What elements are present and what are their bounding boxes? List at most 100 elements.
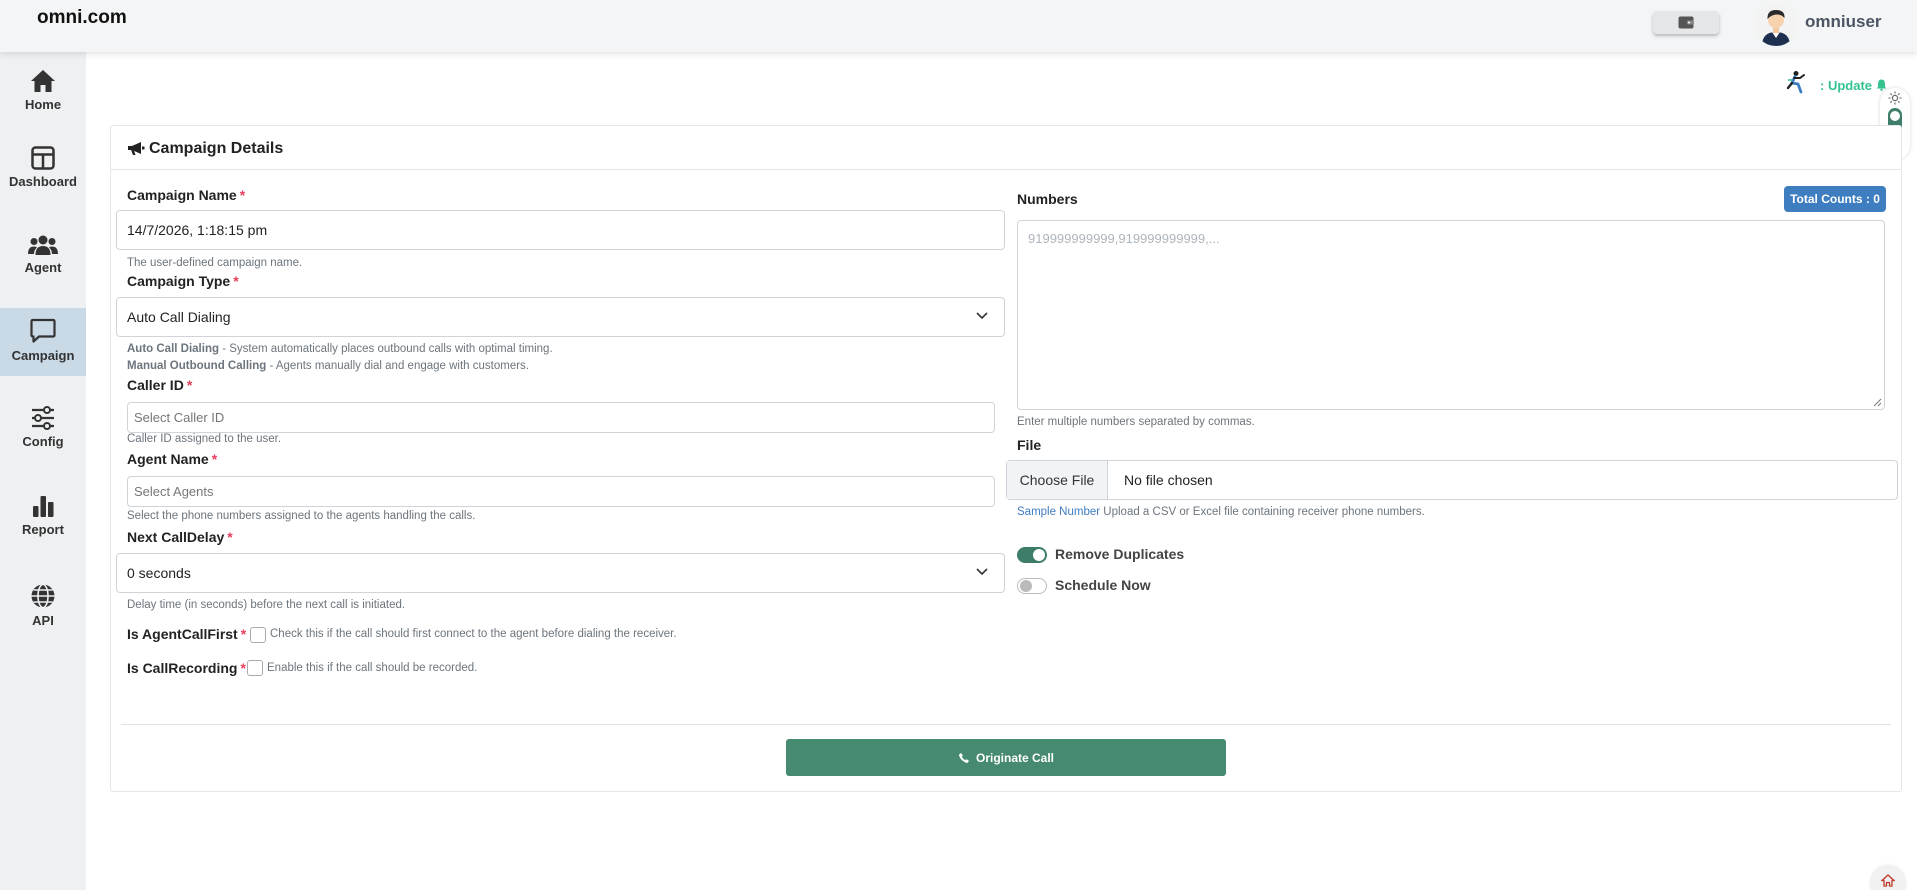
call-recording-label-text: Is CallRecording — [127, 660, 238, 676]
home-icon — [31, 70, 55, 92]
required-mark: * — [211, 451, 218, 467]
caller-id-select[interactable]: Select Caller ID — [127, 402, 995, 433]
hint-text: - System automatically places outbound c… — [219, 343, 553, 355]
phone-icon — [958, 752, 969, 763]
file-input[interactable]: Choose File No file chosen — [1006, 460, 1898, 500]
sidebar-item-label: Home — [24, 97, 62, 112]
sun-icon — [1888, 91, 1902, 105]
wallet-icon — [1678, 16, 1694, 29]
update-label: : Update — [1820, 78, 1872, 93]
hint-bold: Manual Outbound Calling — [127, 360, 267, 372]
campaign-type-label: Campaign Type * — [127, 273, 239, 289]
sidebar-item-report[interactable]: Report — [0, 484, 86, 552]
username[interactable]: omniuser — [1805, 12, 1882, 32]
bar-chart-icon — [33, 496, 54, 517]
card-header: Campaign Details — [111, 126, 1901, 170]
floating-home-button[interactable] — [1871, 866, 1905, 890]
sidebar-item-label: Dashboard — [9, 174, 77, 189]
megaphone-icon — [128, 142, 145, 155]
sliders-icon — [32, 406, 54, 430]
originate-call-label: Originate Call — [975, 750, 1055, 765]
sidebar-item-dashboard[interactable]: Dashboard — [0, 136, 86, 204]
numbers-hint: Enter multiple numbers separated by comm… — [1017, 416, 1255, 428]
required-mark: * — [186, 377, 193, 393]
campaign-name-label-text: Campaign Name — [127, 187, 237, 203]
originate-call-button[interactable]: Originate Call — [786, 739, 1226, 776]
call-recording-label: Is CallRecording * — [127, 660, 246, 676]
sidebar-item-campaign[interactable]: Campaign — [0, 308, 86, 376]
file-hint: Sample Number Upload a CSV or Excel file… — [1017, 506, 1425, 518]
call-recording-checkbox[interactable] — [247, 660, 263, 676]
globe-icon — [31, 583, 55, 609]
numbers-textarea[interactable]: 919999999999,919999999999,... — [1017, 220, 1885, 410]
file-label: File — [1017, 437, 1042, 453]
bell-icon — [1876, 79, 1887, 91]
hint-bold: Auto Call Dialing — [127, 343, 219, 355]
campaign-type-hint-auto: Auto Call Dialing - System automatically… — [127, 343, 553, 355]
remove-duplicates-label: Remove Duplicates — [1055, 546, 1185, 562]
caller-id-label: Caller ID * — [127, 377, 192, 393]
required-mark: * — [233, 273, 239, 289]
agent-name-hint: Select the phone numbers assigned to the… — [127, 510, 476, 522]
campaign-name-input[interactable]: 14/7/2026, 1:18:15 pm — [116, 210, 1005, 250]
campaign-type-label-text: Campaign Type — [127, 273, 231, 289]
next-call-delay-hint: Delay time (in seconds) before the next … — [127, 599, 406, 611]
chevron-down-icon — [976, 568, 988, 576]
avatar[interactable] — [1754, 2, 1798, 46]
sidebar: Home Dashboard Agent Campaign Config Rep… — [0, 52, 86, 890]
caller-id-label-text: Caller ID — [127, 377, 184, 393]
agent-call-first-checkbox[interactable] — [250, 627, 266, 643]
sidebar-item-label: Report — [22, 522, 64, 537]
call-recording-hint: Enable this if the call should be record… — [267, 662, 478, 674]
next-call-delay-select[interactable]: 0 seconds — [116, 553, 1005, 593]
campaign-name-label: Campaign Name * — [127, 187, 245, 203]
sidebar-item-api[interactable]: API — [0, 573, 86, 641]
schedule-now-label: Schedule Now — [1055, 577, 1151, 593]
toggle-knob — [1033, 549, 1045, 561]
required-mark: * — [239, 187, 246, 203]
running-person-icon — [1786, 71, 1805, 94]
home-icon — [1881, 874, 1895, 887]
chevron-down-icon — [976, 312, 988, 320]
brand-logo[interactable]: omni.com — [37, 7, 127, 29]
agent-call-first-hint: Check this if the call should first conn… — [270, 628, 677, 640]
update-text[interactable]: : Update — [1820, 78, 1887, 93]
remove-duplicates-toggle[interactable] — [1017, 547, 1047, 563]
caller-id-placeholder: Select Caller ID — [134, 410, 225, 425]
top-bar: omni.com omniuser — [0, 0, 1917, 52]
schedule-now-toggle[interactable] — [1017, 578, 1047, 594]
choose-file-button[interactable]: Choose File — [1007, 461, 1108, 499]
sample-number-link[interactable]: Sample Number — [1017, 506, 1100, 518]
sidebar-item-agent[interactable]: Agent — [0, 224, 86, 292]
agent-name-select[interactable]: Select Agents — [127, 476, 995, 507]
required-mark: * — [227, 529, 233, 545]
required-mark: * — [240, 660, 246, 676]
hint-text: - Agents manually dial and engage with c… — [266, 360, 529, 372]
campaign-name-hint: The user-defined campaign name. — [127, 257, 303, 269]
agent-name-placeholder: Select Agents — [134, 484, 214, 499]
campaign-type-value: Auto Call Dialing — [127, 309, 231, 325]
sidebar-item-home[interactable]: Home — [0, 59, 86, 127]
agent-call-first-label-text: Is AgentCallFirst — [127, 626, 238, 642]
next-call-delay-label: Next CallDelay * — [127, 529, 233, 545]
dashboard-icon — [31, 146, 55, 170]
campaign-type-select[interactable]: Auto Call Dialing — [116, 297, 1005, 337]
resize-handle-icon[interactable] — [1873, 398, 1882, 407]
numbers-label: Numbers — [1017, 191, 1078, 207]
total-counts-badge: Total Counts : 0 — [1784, 186, 1886, 212]
required-mark: * — [240, 626, 247, 642]
chat-icon — [30, 318, 56, 343]
caller-id-hint: Caller ID assigned to the user. — [127, 433, 282, 445]
agent-name-label: Agent Name * — [127, 451, 217, 467]
page-title: Campaign Details — [149, 140, 284, 157]
next-call-delay-value: 0 seconds — [127, 565, 191, 581]
campaign-details-card: Campaign Details Campaign Name * 14/7/202… — [110, 125, 1902, 792]
file-hint-text: Upload a CSV or Excel file containing re… — [1100, 506, 1425, 518]
sidebar-item-label: Campaign — [11, 348, 75, 363]
numbers-placeholder: 919999999999,919999999999,... — [1028, 231, 1220, 246]
sidebar-item-config[interactable]: Config — [0, 396, 86, 464]
agent-name-label-text: Agent Name — [127, 451, 209, 467]
wallet-button[interactable] — [1653, 11, 1719, 34]
agent-call-first-label: Is AgentCallFirst * — [127, 626, 246, 642]
users-icon — [28, 235, 58, 255]
